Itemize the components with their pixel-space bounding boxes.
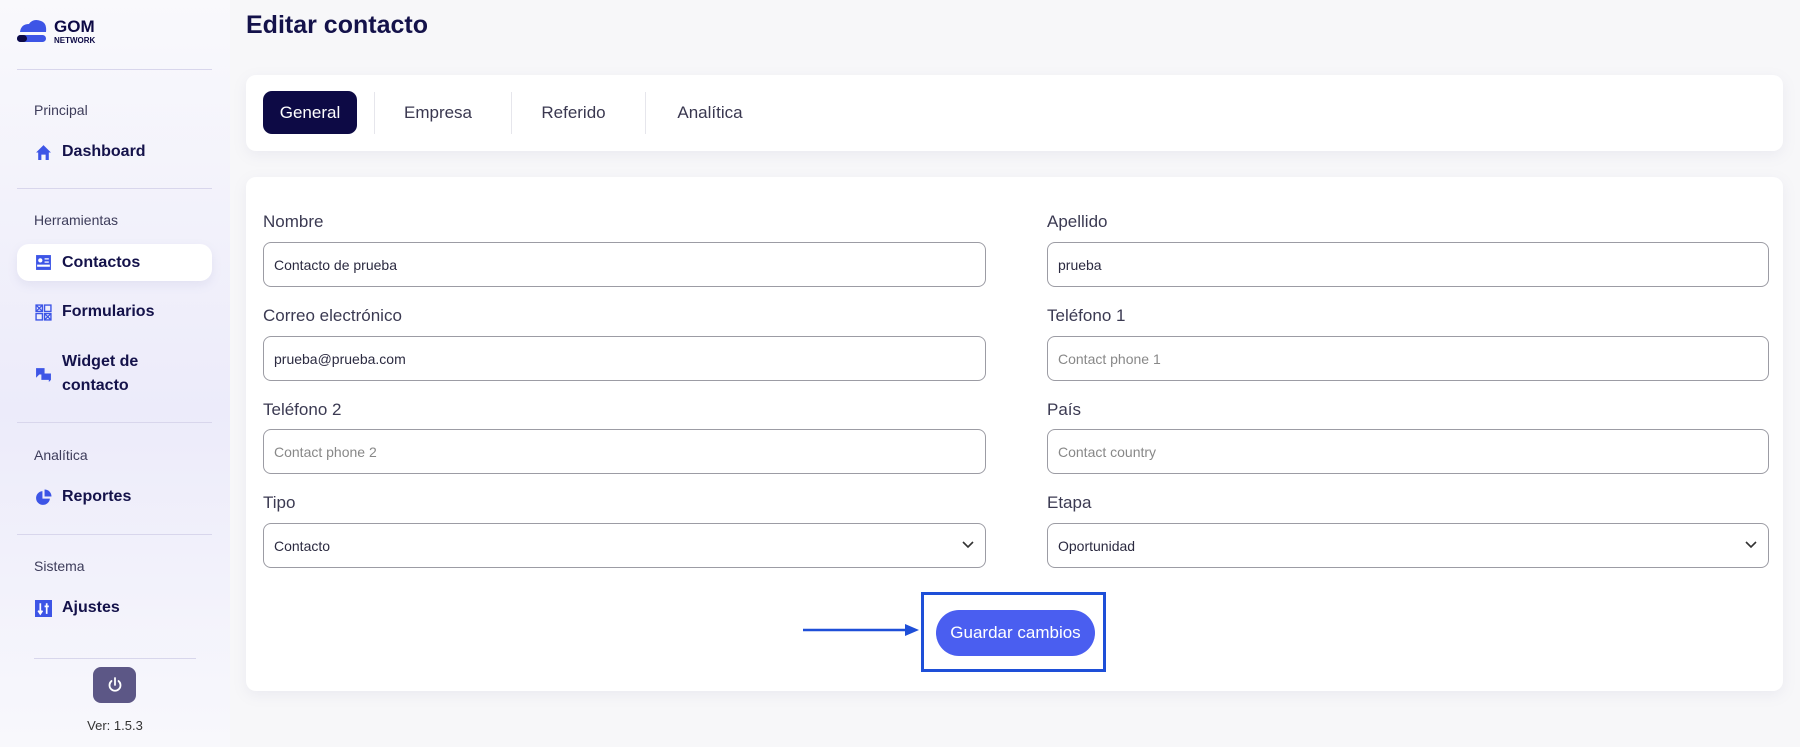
- sidebar: GOM NETWORK Principal Dashboard Herramie…: [0, 0, 230, 747]
- sidebar-item-label: Widget de contacto: [62, 353, 139, 394]
- apellido-label: Apellido: [1047, 212, 1108, 231]
- tab-analitica[interactable]: Analítica: [645, 91, 775, 134]
- logout-button[interactable]: [93, 667, 136, 703]
- sidebar-item-contactos[interactable]: Contactos: [17, 244, 212, 281]
- sidebar-item-label: Formularios: [62, 303, 155, 320]
- divider: [17, 188, 212, 189]
- etapa-select[interactable]: Oportunidad: [1047, 523, 1769, 568]
- forms-grid-icon: [35, 303, 52, 321]
- svg-text:GOM: GOM: [54, 17, 95, 36]
- etapa-selected-value: Oportunidad: [1058, 537, 1136, 554]
- tipo-selected-value: Contacto: [274, 537, 331, 554]
- sidebar-item-label: Contactos: [62, 253, 141, 271]
- correo-input[interactable]: prueba@prueba.com: [263, 336, 986, 381]
- telefono2-input[interactable]: Contact phone 2: [263, 429, 986, 474]
- sidebar-item-dashboard[interactable]: Dashboard: [17, 139, 212, 165]
- sidebar-item-reportes[interactable]: Reportes: [17, 484, 212, 510]
- sidebar-item-label: Reportes: [62, 488, 132, 505]
- chevron-down-icon: [962, 541, 974, 549]
- tab-bar: General Empresa Referido Analítica: [246, 75, 1783, 151]
- section-label-herramientas: Herramientas: [34, 212, 119, 228]
- telefono1-input[interactable]: Contact phone 1: [1047, 336, 1769, 381]
- pie-chart-icon: [36, 489, 52, 505]
- divider: [17, 422, 212, 423]
- etapa-label: Etapa: [1047, 493, 1092, 512]
- nombre-label: Nombre: [263, 212, 324, 231]
- telefono1-label: Teléfono 1: [1047, 306, 1126, 325]
- save-changes-button[interactable]: Guardar cambios: [936, 610, 1095, 656]
- tab-referido[interactable]: Referido: [511, 91, 636, 134]
- power-icon: [108, 677, 121, 692]
- pais-input[interactable]: Contact country: [1047, 429, 1769, 474]
- divider: [17, 69, 212, 70]
- telefono2-label: Teléfono 2: [263, 400, 342, 419]
- section-label-sistema: Sistema: [34, 558, 85, 574]
- sliders-icon: [35, 599, 52, 617]
- divider: [17, 534, 212, 535]
- contact-form: Nombre Contacto de prueba Apellido prueb…: [246, 177, 1783, 691]
- annotation-arrow-icon: [803, 624, 919, 636]
- contact-card-icon: [36, 255, 51, 270]
- sidebar-item-ajustes[interactable]: Ajustes: [17, 595, 212, 621]
- tab-general[interactable]: General: [263, 91, 357, 134]
- sidebar-item-widget-de-contacto[interactable]: Widget de contacto: [17, 348, 212, 400]
- section-label-analitica: Analítica: [34, 447, 88, 463]
- sidebar-item-label: Ajustes: [62, 599, 120, 616]
- tipo-select[interactable]: Contacto: [263, 523, 986, 568]
- page-title: Editar contacto: [246, 11, 428, 39]
- svg-text:NETWORK: NETWORK: [54, 36, 96, 45]
- divider: [34, 658, 196, 659]
- gom-logo-icon: GOM NETWORK: [17, 17, 96, 45]
- apellido-input[interactable]: prueba: [1047, 242, 1769, 287]
- sidebar-item-label: Dashboard: [62, 143, 146, 160]
- tipo-label: Tipo: [263, 493, 296, 512]
- correo-label: Correo electrónico: [263, 306, 402, 325]
- section-label-principal: Principal: [34, 102, 88, 118]
- logo[interactable]: GOM NETWORK: [17, 16, 107, 51]
- version-label: Ver: 1.5.3: [87, 718, 143, 733]
- chat-bubbles-icon: [36, 367, 51, 382]
- sidebar-item-formularios[interactable]: Formularios: [17, 299, 212, 325]
- nombre-input[interactable]: Contacto de prueba: [263, 242, 986, 287]
- tab-empresa[interactable]: Empresa: [374, 91, 502, 134]
- home-icon: [36, 144, 51, 160]
- pais-label: País: [1047, 400, 1082, 419]
- chevron-down-icon: [1745, 541, 1757, 549]
